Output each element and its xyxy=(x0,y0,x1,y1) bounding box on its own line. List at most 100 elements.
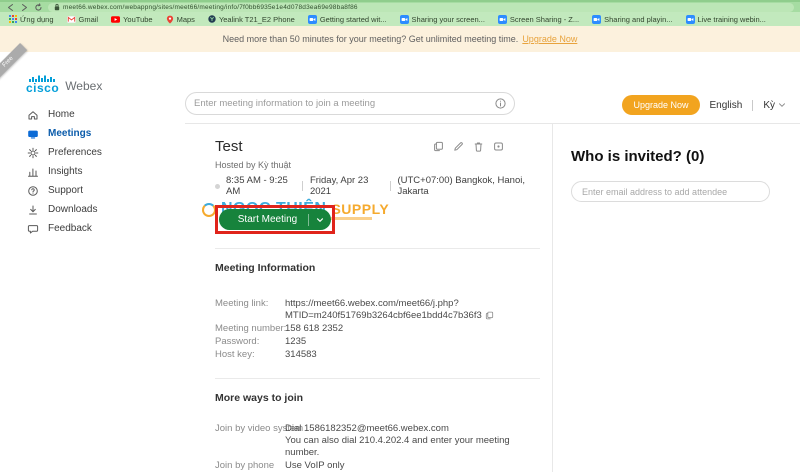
download-icon xyxy=(27,204,39,216)
feedback-bubble-icon xyxy=(27,223,39,235)
header-divider xyxy=(752,99,754,111)
meeting-timezone: (UTC+07:00) Bangkok, Hanoi, Jakarta xyxy=(397,175,525,197)
reload-icon[interactable] xyxy=(34,2,43,12)
zoom-icon xyxy=(307,14,317,24)
password-value: 1235 xyxy=(285,335,307,347)
bookmark-label: Sharing your screen... xyxy=(411,14,485,24)
webex-logo: cisco Webex xyxy=(0,64,185,94)
bookmark-screen-sharing[interactable]: Screen Sharing - Z... xyxy=(497,14,580,24)
sidebar-item-home[interactable]: Home xyxy=(0,105,185,124)
bookmark-label: Sharing and playin... xyxy=(604,14,673,24)
zoom-icon xyxy=(399,14,409,24)
sidebar: cisco Webex Home Meetings Preferences In… xyxy=(0,52,185,451)
padlock-icon xyxy=(54,3,60,11)
password-label: Password: xyxy=(215,335,260,347)
join-meeting-input[interactable] xyxy=(194,98,491,109)
sidebar-item-feedback[interactable]: Feedback xyxy=(0,219,185,238)
zoom-icon xyxy=(592,14,602,24)
join-phone-label: Join by phone xyxy=(215,460,275,471)
meetings-icon xyxy=(27,128,39,140)
bookmark-youtube[interactable]: YouTube xyxy=(111,14,153,24)
bookmark-live-training[interactable]: Live training webin... xyxy=(685,14,766,24)
meeting-number-value: 158 618 2352 xyxy=(285,322,344,334)
meeting-date: Friday, Apr 23 2021 xyxy=(309,175,369,197)
browser-toolbar: meet66.webex.com/webappng/sites/meet66/m… xyxy=(0,0,800,12)
divider xyxy=(389,181,391,191)
meeting-link-label: Meeting link: xyxy=(215,298,269,309)
attendee-email-input[interactable] xyxy=(582,186,759,197)
copy-meeting-icon[interactable] xyxy=(433,141,444,152)
banner-text: Need more than 50 minutes for your meeti… xyxy=(222,34,519,44)
bookmark-label: YouTube xyxy=(123,14,153,24)
edit-meeting-icon[interactable] xyxy=(453,141,464,152)
meeting-detail-panel: Test Hosted by Kỳ thuật 8:35 AM - 9:25 A… xyxy=(185,124,552,472)
meeting-link-value: https://meet66.webex.com/meet66/j.php? M… xyxy=(285,298,540,322)
bookmark-maps[interactable]: Maps xyxy=(166,15,195,24)
delete-meeting-icon[interactable] xyxy=(473,141,484,152)
upgrade-now-button[interactable]: Upgrade Now xyxy=(622,95,700,115)
meeting-info-heading: Meeting Information xyxy=(215,262,316,274)
start-meeting-label: Start Meeting xyxy=(237,214,298,225)
back-icon[interactable] xyxy=(6,3,15,12)
sidebar-item-insights[interactable]: Insights xyxy=(0,162,185,181)
screen: meet66.webex.com/webappng/sites/meet66/m… xyxy=(0,0,800,472)
join-meeting-search[interactable] xyxy=(185,92,515,115)
attendee-email-wrap[interactable] xyxy=(571,181,770,202)
host-key-value: 314583 xyxy=(285,348,317,360)
divider xyxy=(302,181,303,191)
info-icon[interactable] xyxy=(495,98,506,109)
bookmark-label: Gmail xyxy=(78,14,99,24)
join-video-value: Dial 1586182352@meet66.webex.com You can… xyxy=(285,423,510,459)
meeting-title: Test xyxy=(215,138,243,155)
sidebar-item-preferences[interactable]: Preferences xyxy=(0,143,185,162)
bookmark-label: Ứng dụng xyxy=(20,14,54,24)
join-phone-value: Use VoIP only xyxy=(285,460,345,471)
url-text: meet66.webex.com/webappng/sites/meet66/m… xyxy=(63,3,358,11)
yealink-icon xyxy=(208,15,216,23)
hosted-by: Hosted by Kỳ thuật xyxy=(215,160,292,170)
copy-link-icon[interactable] xyxy=(485,311,494,320)
watermark-globe-icon xyxy=(202,203,216,217)
gear-icon xyxy=(27,147,39,159)
section-divider xyxy=(215,248,540,249)
annotation-highlight-box: Start Meeting xyxy=(215,205,335,234)
bookmark-sharing-your-screen[interactable]: Sharing your screen... xyxy=(399,14,485,24)
forward-icon[interactable] xyxy=(20,3,29,12)
recurrence-dot-icon xyxy=(215,183,220,189)
join-video-label: Join by video system xyxy=(215,423,304,435)
bookmark-label: Yealink T21_E2 Phone xyxy=(218,14,295,24)
language-selector[interactable]: English xyxy=(710,100,743,111)
meeting-number-label: Meeting number: xyxy=(215,322,287,334)
chevron-down-icon xyxy=(778,101,786,109)
question-circle-icon xyxy=(27,185,39,197)
sidebar-item-meetings[interactable]: Meetings xyxy=(0,124,185,143)
cisco-wordmark: cisco xyxy=(26,81,60,95)
bookmark-label: Screen Sharing - Z... xyxy=(509,14,580,24)
who-is-invited-heading: Who is invited? (0) xyxy=(571,148,705,165)
bookmarks-bar: Ứng dụng Gmail YouTube Maps Yealink T21_… xyxy=(0,12,800,26)
section-divider xyxy=(215,378,540,380)
more-ways-heading: More ways to join xyxy=(215,392,304,405)
bookmark-yealink[interactable]: Yealink T21_E2 Phone xyxy=(208,15,295,24)
bookmark-getting-started[interactable]: Getting started wit... xyxy=(307,14,387,24)
meeting-time: 8:35 AM - 9:25 AM xyxy=(226,175,288,197)
bookmark-label: Maps xyxy=(176,14,195,24)
sidebar-item-support[interactable]: Support xyxy=(0,181,185,200)
sidebar-item-downloads[interactable]: Downloads xyxy=(0,200,185,219)
zoom-icon xyxy=(497,14,507,24)
bookmark-sharing-and-playing[interactable]: Sharing and playin... xyxy=(592,14,673,24)
gmail-icon xyxy=(66,15,76,23)
address-bar[interactable]: meet66.webex.com/webappng/sites/meet66/m… xyxy=(48,2,794,12)
banner-upgrade-link[interactable]: Upgrade Now xyxy=(522,34,577,44)
invite-panel: Who is invited? (0) xyxy=(552,124,800,472)
bookmark-apps[interactable]: Ứng dụng xyxy=(9,15,54,24)
recording-icon[interactable] xyxy=(493,141,504,152)
chevron-down-icon[interactable] xyxy=(309,216,331,224)
insights-chart-icon xyxy=(27,166,39,178)
maps-icon xyxy=(166,15,174,24)
page-header: Upgrade Now English Kỳ xyxy=(185,52,800,124)
bookmark-gmail[interactable]: Gmail xyxy=(66,14,99,24)
start-meeting-button[interactable]: Start Meeting xyxy=(219,209,331,230)
host-key-label: Host key: xyxy=(215,348,255,360)
user-menu[interactable]: Kỳ xyxy=(763,100,786,111)
